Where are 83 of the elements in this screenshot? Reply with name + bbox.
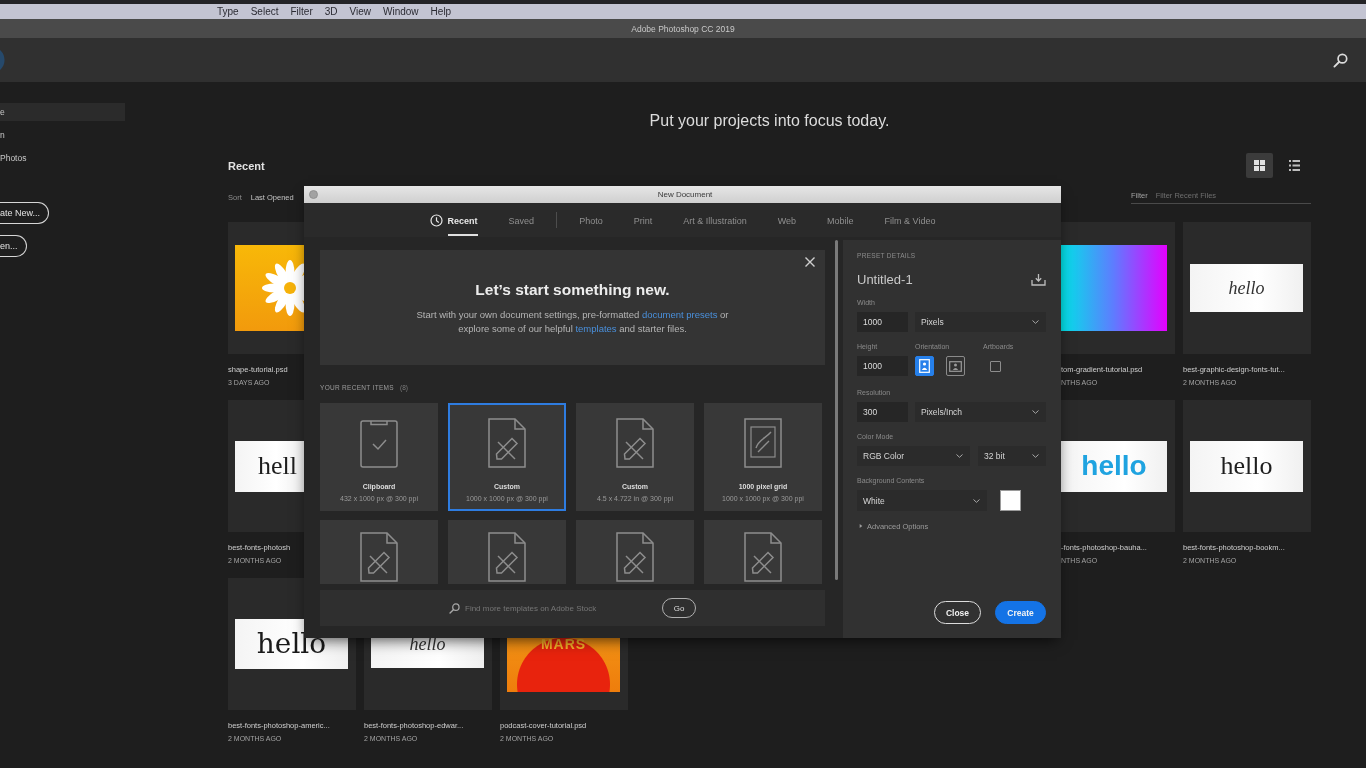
preview-text: hello [1220,453,1273,479]
color-swatch-icon[interactable] [1000,490,1021,511]
menu-item[interactable]: View [349,4,371,19]
orientation-button[interactable] [946,356,965,376]
search-icon[interactable] [1333,52,1348,68]
tab[interactable]: Art & Illustration [683,203,747,237]
artboards-checkbox[interactable] [990,360,1001,372]
welcome-title: Let’s start something new. [475,281,670,299]
document-name-field[interactable]: Untitled-1 [857,271,1007,287]
close-icon [804,256,816,268]
list-icon [1289,160,1300,171]
save-preset-icon [1031,272,1046,286]
search-icon [449,602,460,614]
tab[interactable]: Saved [508,203,535,237]
save-preset-button[interactable] [1031,272,1046,286]
recent-item[interactable] [320,520,438,584]
menu-item[interactable]: Filter [290,4,313,19]
background-dropdown[interactable]: White [857,490,987,511]
chevron-down-icon [1032,410,1039,414]
clipboard-icon [360,418,398,468]
menu-item[interactable]: Select [250,4,279,19]
clock-icon [429,213,443,227]
scrollbar[interactable] [835,240,838,580]
preview-text: hello [1081,452,1147,480]
grid-view-button[interactable] [1246,153,1273,178]
preview-text: hello [409,635,446,653]
tab[interactable]: Mobile [827,203,854,237]
tab[interactable]: Print [633,203,653,237]
close-button[interactable] [804,256,816,268]
file-card[interactable]: hello [1183,400,1311,532]
portrait-icon [919,359,930,373]
recent-item[interactable] [576,520,694,584]
preview-text: hell [258,453,297,479]
resolution-field[interactable]: 300 [857,402,908,422]
document-pen-icon [616,532,654,582]
chevron-down-icon [1032,320,1039,324]
file-card[interactable]: hell [228,400,304,532]
headline: Put your projects into focus today. [648,111,891,131]
grid-icon [1254,160,1265,171]
preview-text: hello [256,630,327,658]
recent-item[interactable] [448,520,566,584]
grid-document-icon [744,418,782,468]
chevron-down-icon [956,454,963,458]
menu-item[interactable]: Help [430,4,452,19]
document-pen-icon [744,532,782,582]
section-title: Recent [228,159,265,172]
file-card[interactable] [1061,222,1175,354]
sidebar-item[interactable]: e [0,103,125,121]
menu-item[interactable]: 3D [324,4,338,19]
document-pen-icon [360,532,398,582]
window-dot-icon[interactable] [309,190,318,199]
welcome-text: Start with your own document settings, pre-formatted document presets or explore some of our helpful templates and starter files. [415,308,730,336]
file-card[interactable] [228,222,304,354]
sidebar-item[interactable]: n [0,126,125,144]
menu-item[interactable]: Type [217,4,239,19]
chevron-down-icon [1032,454,1039,458]
tab[interactable]: Photo [579,203,603,237]
recent-item[interactable] [704,520,822,584]
unit-dropdown[interactable]: Pixels [915,312,1046,332]
width-field[interactable]: 1000 [857,312,908,332]
height-field[interactable]: 1000 [857,356,908,376]
dialog-title: New Document [657,190,713,199]
landscape-icon [949,360,962,372]
unit-dropdown[interactable]: Pixels/Inch [915,402,1046,422]
text-link[interactable]: document presets [641,309,718,320]
tab[interactable]: Film & Video [884,203,936,237]
tab[interactable]: Recent [429,203,478,237]
chevron-down-icon [973,498,980,503]
sidebar-item[interactable]: Photos [0,149,125,167]
tab[interactable]: Web [777,203,797,237]
document-pen-icon [488,532,526,582]
preview-text: hello [1228,279,1265,297]
text-link[interactable]: templates [575,323,617,334]
document-pen-icon [488,418,526,468]
file-card[interactable]: hello [1183,222,1311,354]
orientation-button[interactable] [915,356,934,376]
poster-text: MARS [540,636,587,651]
create-button[interactable]: Create [995,601,1046,624]
bit-depth-dropdown[interactable]: 32 bit [978,446,1046,466]
document-pen-icon [616,418,654,468]
menu-item[interactable]: Window [383,4,419,19]
color-mode-dropdown[interactable]: RGB Color [857,446,970,466]
window-title: Adobe Photoshop CC 2019 [631,23,735,34]
